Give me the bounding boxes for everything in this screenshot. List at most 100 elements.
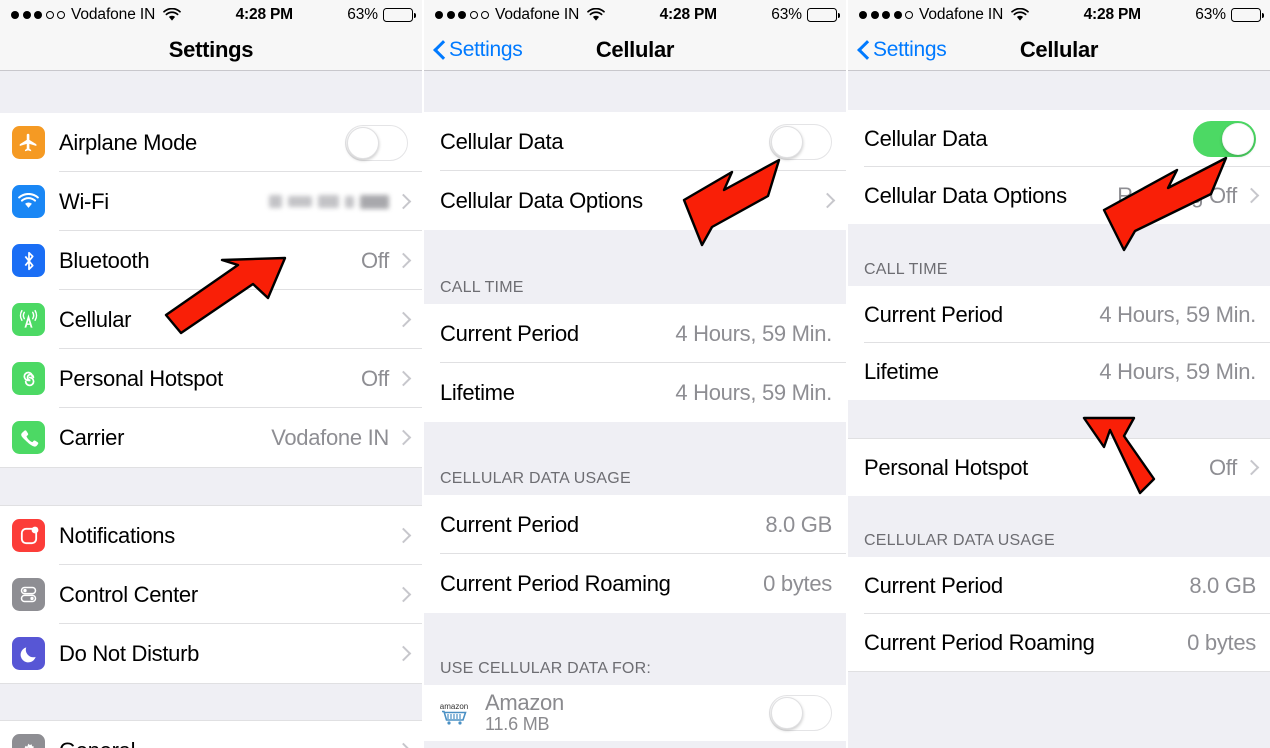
- chevron-left-icon: [858, 41, 869, 60]
- row-value: 4 Hours, 59 Min.: [1099, 301, 1256, 327]
- data-usage-group: Current Period 8.0 GB Current Period Roa…: [848, 557, 1270, 671]
- back-button[interactable]: Settings: [424, 38, 523, 62]
- status-time: 4:28 PM: [1083, 6, 1141, 23]
- airplane-mode-toggle[interactable]: [345, 124, 408, 161]
- row-usage-current-period-roaming: Current Period Roaming 0 bytes: [848, 614, 1270, 671]
- chevron-right-icon: [398, 370, 408, 387]
- row-value: 4 Hours, 59 Min.: [675, 379, 832, 405]
- sidebar-item-do-not-disturb[interactable]: Do Not Disturb: [0, 624, 422, 683]
- row-value: 4 Hours, 59 Min.: [675, 320, 832, 346]
- call-time-group: Current Period 4 Hours, 59 Min. Lifetime…: [424, 304, 846, 422]
- row-label: Lifetime: [864, 358, 939, 384]
- hotspot-icon: [12, 362, 45, 395]
- status-bar: Vodafone IN 4:28 PM 63%: [424, 0, 846, 30]
- section-header-call-time: CALL TIME: [424, 230, 846, 304]
- chevron-right-icon: [398, 527, 408, 544]
- sidebar-item-label: Bluetooth: [59, 247, 150, 273]
- row-label: Cellular Data: [440, 128, 564, 154]
- sidebar-item-value: Off: [360, 365, 389, 391]
- row-call-time-lifetime: Lifetime 4 Hours, 59 Min.: [424, 363, 846, 422]
- chevron-right-icon: [398, 742, 408, 748]
- sidebar-item-notifications[interactable]: Notifications: [0, 506, 422, 565]
- svg-text:amazon: amazon: [440, 702, 468, 711]
- row-personal-hotspot[interactable]: Personal Hotspot Off: [848, 439, 1270, 496]
- section-header-use-cellular-data-for: USE CELLULAR DATA FOR:: [424, 613, 846, 685]
- airplane-icon: [12, 126, 45, 159]
- sidebar-item-control-center[interactable]: Control Center: [0, 565, 422, 624]
- chevron-right-icon: [398, 193, 408, 210]
- app-cellular-toggle[interactable]: [769, 695, 832, 731]
- wifi-icon: [1011, 7, 1030, 22]
- status-bar-right: 63%: [1195, 6, 1264, 24]
- sidebar-item-wifi[interactable]: Wi-Fi: [0, 172, 422, 231]
- nav-bar: Settings Cellular: [848, 30, 1270, 71]
- bluetooth-icon: [12, 244, 45, 277]
- sidebar-item-label: Personal Hotspot: [59, 365, 223, 391]
- row-label: Current Period: [440, 320, 579, 346]
- sidebar-item-label: General: [59, 738, 398, 748]
- screenshot-stage: Vodafone IN 4:28 PM 63% Settings Airplan…: [0, 0, 1270, 748]
- sidebar-item-label: Airplane Mode: [59, 129, 197, 155]
- row-cellular-data[interactable]: Cellular Data: [848, 110, 1270, 167]
- status-bar-right: 63%: [771, 6, 840, 24]
- section-gap: [0, 467, 422, 506]
- row-cellular-data-options[interactable]: Cellular Data Options: [424, 171, 846, 230]
- section-gap: [0, 71, 422, 113]
- row-cellular-data[interactable]: Cellular Data: [424, 112, 846, 171]
- moon-icon: [12, 637, 45, 670]
- list-item-app[interactable]: amazon Amazon 11.6 MB: [424, 685, 846, 741]
- battery-percent-label: 63%: [771, 6, 802, 23]
- back-button[interactable]: Settings: [848, 38, 947, 62]
- sidebar-item-bluetooth[interactable]: Bluetooth Off: [0, 231, 422, 290]
- sidebar-item-value: Off: [360, 247, 389, 273]
- sidebar-item-carrier[interactable]: Carrier Vodafone IN: [0, 408, 422, 467]
- status-time: 4:28 PM: [659, 6, 717, 23]
- section-gap: [848, 671, 1270, 711]
- nav-bar: Settings Cellular: [424, 30, 846, 71]
- row-label: Cellular Data Options: [440, 187, 643, 213]
- back-button-label: Settings: [449, 38, 523, 61]
- row-usage-current-period: Current Period 8.0 GB: [848, 557, 1270, 614]
- nav-bar: Settings: [0, 30, 422, 71]
- row-value: 8.0 GB: [1189, 572, 1256, 598]
- cellular-data-toggle[interactable]: [1193, 120, 1256, 157]
- phone-icon: [12, 421, 45, 454]
- row-cellular-data-options[interactable]: Cellular Data Options Roaming Off: [848, 167, 1270, 224]
- signal-strength-dots: [11, 11, 65, 19]
- sidebar-item-label: Notifications: [59, 522, 175, 548]
- row-call-time-current-period: Current Period 4 Hours, 59 Min.: [848, 286, 1270, 343]
- back-button-label: Settings: [873, 38, 947, 61]
- row-value: Roaming Off: [1117, 182, 1237, 208]
- sidebar-item-label: Do Not Disturb: [59, 640, 200, 666]
- signal-strength-dots: [435, 11, 489, 19]
- row-value: 8.0 GB: [765, 511, 832, 537]
- battery-icon: [383, 8, 416, 22]
- cellular-data-group: Cellular Data Cellular Data Options Roam…: [848, 110, 1270, 224]
- row-call-time-current-period: Current Period 4 Hours, 59 Min.: [424, 304, 846, 363]
- app-list-group: amazon Amazon 11.6 MB: [424, 685, 846, 741]
- sidebar-item-general[interactable]: General: [0, 721, 422, 748]
- wifi-icon: [12, 185, 45, 218]
- row-label: Cellular Data Options: [864, 182, 1067, 208]
- sidebar-item-label: Carrier: [59, 424, 125, 450]
- status-bar-left: Vodafone IN: [11, 6, 182, 24]
- status-bar-left: Vodafone IN: [435, 6, 606, 24]
- cellular-data-toggle[interactable]: [769, 123, 832, 160]
- battery-icon: [807, 8, 840, 22]
- section-header-call-time: CALL TIME: [848, 224, 1270, 286]
- section-header-data-usage: CELLULAR DATA USAGE: [848, 496, 1270, 557]
- chevron-right-icon: [822, 192, 832, 209]
- wifi-icon: [163, 7, 182, 22]
- cellular-antenna-icon: [12, 303, 45, 336]
- personal-hotspot-group: Personal Hotspot Off: [848, 439, 1270, 496]
- app-data-size: 11.6 MB: [485, 714, 550, 735]
- data-usage-group: Current Period 8.0 GB Current Period Roa…: [424, 495, 846, 613]
- app-text: Amazon 11.6 MB: [485, 691, 769, 735]
- notifications-icon: [12, 519, 45, 552]
- control-center-icon: [12, 578, 45, 611]
- sidebar-item-personal-hotspot[interactable]: Personal Hotspot Off: [0, 349, 422, 408]
- sidebar-item-cellular[interactable]: Cellular: [0, 290, 422, 349]
- sidebar-item-airplane-mode[interactable]: Airplane Mode: [0, 113, 422, 172]
- cellular-data-group: Cellular Data Cellular Data Options: [424, 112, 846, 230]
- status-carrier-label: Vodafone IN: [495, 6, 580, 23]
